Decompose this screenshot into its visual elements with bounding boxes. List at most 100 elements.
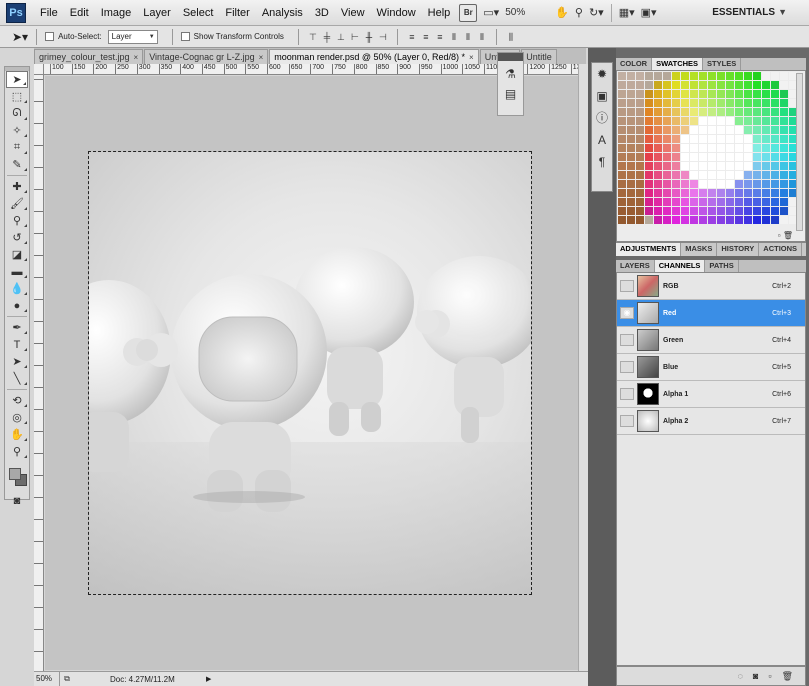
swatch-cell[interactable] (744, 108, 752, 116)
swatch-cell[interactable] (735, 135, 743, 143)
swatch-cell[interactable] (636, 117, 644, 125)
swatch-cell[interactable] (780, 99, 788, 107)
swatch-cell[interactable] (690, 216, 698, 224)
swatch-cell[interactable] (717, 162, 725, 170)
swatch-cell[interactable] (717, 198, 725, 206)
close-icon[interactable]: × (259, 53, 264, 62)
brush-tool-icon[interactable]: 🖌 (6, 195, 28, 212)
swatch-cell[interactable] (690, 180, 698, 188)
tab-color[interactable]: COLOR (616, 58, 653, 70)
chevron-down-icon[interactable]: ▼ (778, 7, 787, 17)
swatch-cell[interactable] (699, 117, 707, 125)
channel-row-selected[interactable]: ◉ Red Ctrl+3 (617, 300, 805, 327)
swatch-cell[interactable] (627, 198, 635, 206)
swatch-cell[interactable] (726, 162, 734, 170)
swatch-cell[interactable] (681, 171, 689, 179)
visibility-toggle[interactable] (620, 388, 634, 400)
swatch-cell[interactable] (681, 108, 689, 116)
swatch-cell[interactable] (627, 144, 635, 152)
zoom-tool-icon[interactable]: ⚲ (6, 443, 28, 460)
swatch-cell[interactable] (690, 171, 698, 179)
swatch-cell[interactable] (708, 171, 716, 179)
swatch-cell[interactable] (654, 189, 662, 197)
blur-tool-icon[interactable]: 💧 (6, 280, 28, 297)
swatch-cell[interactable] (672, 72, 680, 80)
swatch-cell[interactable] (690, 135, 698, 143)
swatch-cell[interactable] (771, 216, 779, 224)
rotate-view-icon[interactable]: ↻▾ (589, 4, 604, 22)
swatch-cell[interactable] (753, 162, 761, 170)
swatch-cell[interactable] (663, 198, 671, 206)
swatch-cell[interactable] (690, 162, 698, 170)
swatch-cell[interactable] (672, 162, 680, 170)
swatch-cell[interactable] (618, 180, 626, 188)
swatch-cell[interactable] (627, 135, 635, 143)
swatch-cell[interactable] (771, 108, 779, 116)
swatch-cell[interactable] (699, 162, 707, 170)
swatch-cell[interactable] (627, 117, 635, 125)
swatch-cell[interactable] (645, 117, 653, 125)
swatch-cell[interactable] (654, 144, 662, 152)
swatch-cell[interactable] (645, 144, 653, 152)
clone-stamp-icon[interactable]: ⚲ (6, 212, 28, 229)
swatch-cell[interactable] (735, 153, 743, 161)
swatch-cell[interactable] (618, 135, 626, 143)
swatch-cell[interactable] (744, 99, 752, 107)
swatch-cell[interactable] (618, 99, 626, 107)
swatch-cell[interactable] (636, 126, 644, 134)
visibility-toggle[interactable] (620, 361, 634, 373)
swatch-cell[interactable] (672, 135, 680, 143)
menu-file[interactable]: File (34, 7, 64, 19)
swatch-cell[interactable] (645, 108, 653, 116)
swatch-cell[interactable] (618, 144, 626, 152)
swatch-cell[interactable] (627, 72, 635, 80)
swatch-cell[interactable] (690, 117, 698, 125)
swatch-cell[interactable] (681, 198, 689, 206)
pen-tool-icon[interactable]: ✒ (6, 319, 28, 336)
visibility-toggle[interactable] (620, 415, 634, 427)
swatch-cell[interactable] (717, 207, 725, 215)
swatch-cell[interactable] (654, 72, 662, 80)
swatch-cell[interactable] (672, 198, 680, 206)
swatch-cell[interactable] (663, 108, 671, 116)
swatch-cell[interactable] (699, 180, 707, 188)
swatch-cell[interactable] (744, 216, 752, 224)
eye-icon[interactable]: ◉ (620, 307, 634, 319)
tab-adjustments[interactable]: ADJUSTMENTS (616, 243, 682, 256)
trash-icon[interactable]: 🗑 (782, 671, 793, 682)
channel-row[interactable]: Blue Ctrl+5 (617, 354, 805, 381)
swatch-cell[interactable] (762, 180, 770, 188)
swatch-cell[interactable] (708, 153, 716, 161)
swatch-cell[interactable] (771, 126, 779, 134)
swatch-cell[interactable] (708, 99, 716, 107)
swatch-cell[interactable] (690, 189, 698, 197)
swatch-cell[interactable] (636, 144, 644, 152)
swatch-cell[interactable] (627, 126, 635, 134)
swatch-cell[interactable] (663, 72, 671, 80)
swatch-cell[interactable] (780, 144, 788, 152)
swatch-cell[interactable] (627, 153, 635, 161)
swatch-cell[interactable] (744, 171, 752, 179)
swatch-cell[interactable] (717, 153, 725, 161)
swatch-cell[interactable] (618, 90, 626, 98)
hand-tool-icon[interactable]: ✋ (555, 4, 569, 22)
swatch-cell[interactable] (744, 162, 752, 170)
swatch-cell[interactable] (762, 162, 770, 170)
swatch-cell[interactable] (762, 153, 770, 161)
doc-tab-active[interactable]: moonman render.psd @ 50% (Layer 0, Red/8… (269, 49, 479, 64)
brushes-icon[interactable]: ▤ (498, 87, 523, 101)
move-tool-icon[interactable]: ➤ (6, 71, 28, 88)
crop-tool-icon[interactable]: ⌗ (6, 139, 28, 156)
swatch-cell[interactable] (636, 135, 644, 143)
swatch-cell[interactable] (654, 90, 662, 98)
eyedropper-icon[interactable]: ✎ (6, 156, 28, 173)
swatch-cell[interactable] (672, 189, 680, 197)
swatch-cell[interactable] (762, 81, 770, 89)
swatch-cell[interactable] (645, 81, 653, 89)
extras-icon[interactable]: ▭▾ (483, 4, 499, 22)
swatch-cell[interactable] (753, 81, 761, 89)
swatch-cell[interactable] (681, 180, 689, 188)
swatch-cell[interactable] (708, 72, 716, 80)
swatch-cell[interactable] (726, 189, 734, 197)
swatch-cell[interactable] (726, 126, 734, 134)
